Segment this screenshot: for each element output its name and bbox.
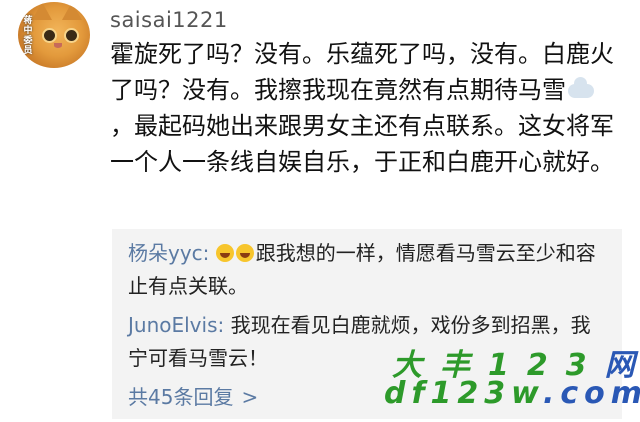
comment-username[interactable]: saisai1221 (110, 8, 228, 32)
reply-author[interactable]: JunoElvis: (128, 313, 224, 337)
more-replies-link[interactable]: 共45条回复 > (128, 381, 258, 410)
laughing-emoji-icon (235, 244, 254, 262)
cat-eye-right (64, 28, 79, 43)
avatar-stamp-text: 蒋中委员 (23, 16, 33, 56)
cat-nose (54, 43, 62, 48)
comment-body: 霍旋死了吗？没有。乐蕴死了吗，没有。白鹿火了吗？没有。我擦我现在竟然有点期待马雪… (110, 36, 615, 180)
comment-text-part1: 霍旋死了吗？没有。乐蕴死了吗，没有。白鹿火了吗？没有。我擦我现在竟然有点期待马雪 (110, 40, 614, 104)
chevron-right-icon: > (241, 385, 259, 409)
user-avatar[interactable]: 蒋中委员 (18, 2, 90, 68)
reply-item[interactable]: 杨朵yyc: 跟我想的一样，情愿看马雪云至少和容止有点关联。 (128, 237, 608, 303)
reply-item[interactable]: JunoElvis: 我现在看见白鹿就烦，戏份多到招黑，我宁可看马雪云！ (128, 309, 608, 375)
laughing-emoji-icon (215, 244, 234, 262)
replies-panel: 杨朵yyc: 跟我想的一样，情愿看马雪云至少和容止有点关联。 JunoElvis… (112, 229, 622, 419)
comment-card: 蒋中委员 saisai1221 霍旋死了吗？没有。乐蕴死了吗，没有。白鹿火了吗？… (0, 0, 640, 422)
comment-text-part2: ，最起码她出来跟男女主还有点联系。这女将军一个人一条线自娱自乐，于正和白鹿开心就… (110, 112, 614, 176)
more-replies-label: 共45条回复 (128, 385, 234, 409)
cat-eye-left (42, 28, 57, 43)
cloud-emoji-icon (568, 77, 594, 98)
cat-ear-right (62, 2, 82, 20)
reply-author[interactable]: 杨朵yyc: (128, 241, 209, 265)
